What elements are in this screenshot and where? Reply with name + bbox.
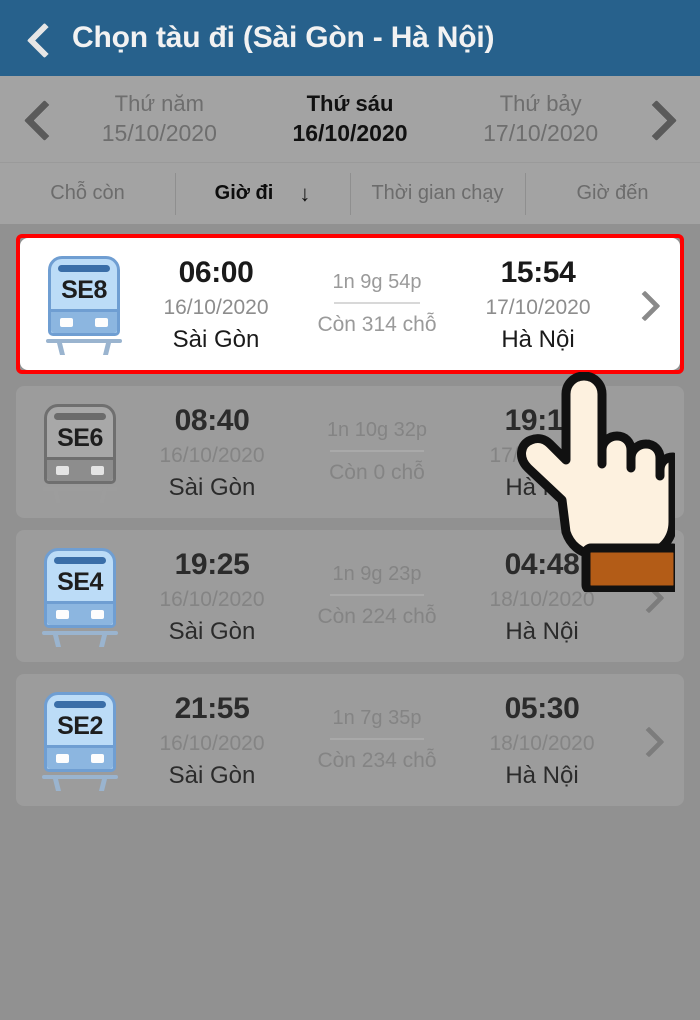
trip-summary: 1n 7g 35p Còn 234 chỗ bbox=[298, 704, 456, 775]
trip-summary: 1n 9g 23p Còn 224 chỗ bbox=[298, 560, 456, 631]
departure-station: Sài Gòn bbox=[168, 761, 256, 789]
arrival-time: 04:48 bbox=[504, 548, 580, 582]
arrival-info: 19:12 17/10/2020 Hà Nội bbox=[456, 400, 628, 503]
prev-day-button[interactable] bbox=[16, 89, 64, 149]
filter-tab-departure-time[interactable]: Giờ đi ↓ bbox=[175, 172, 350, 215]
train-code: SE4 bbox=[57, 568, 103, 596]
filter-tab-bar: Chỗ còn Giờ đi ↓ Thời gian chạy Giờ đến bbox=[0, 162, 700, 224]
trip-duration: 1n 10g 32p bbox=[326, 419, 428, 442]
divider bbox=[330, 738, 424, 741]
page-title: Chọn tàu đi (Sài Gòn - Hà Nội) bbox=[72, 21, 495, 54]
arrival-date: 17/10/2020 bbox=[485, 295, 591, 319]
seats-available: Còn 314 chỗ bbox=[317, 313, 437, 337]
arrival-info: 04:48 18/10/2020 Hà Nội bbox=[456, 544, 628, 647]
divider bbox=[330, 450, 424, 453]
date-weekday: Thứ năm bbox=[114, 91, 204, 117]
seats-available: Còn 0 chỗ bbox=[329, 461, 425, 485]
date-item-previous[interactable]: Thứ năm 15/10/2020 bbox=[64, 89, 255, 148]
train-row-wrapper: SE6 08:40 16/10/2020 Sài Gòn 1n 10g 32p … bbox=[16, 386, 684, 518]
departure-time: 08:40 bbox=[174, 404, 250, 438]
arrival-date: 17/10/2020 bbox=[489, 443, 595, 467]
train-row[interactable]: SE6 08:40 16/10/2020 Sài Gòn 1n 10g 32p … bbox=[16, 386, 684, 518]
train-row[interactable]: SE8 06:00 16/10/2020 Sài Gòn 1n 9g 54p C… bbox=[20, 238, 680, 370]
date-navigation: Thứ năm 15/10/2020 Thứ sáu 16/10/2020 Th… bbox=[0, 76, 700, 162]
filter-tab-travel-duration[interactable]: Thời gian chạy bbox=[350, 172, 525, 215]
arrival-station: Hà Nội bbox=[501, 325, 575, 353]
arrival-info: 05:30 18/10/2020 Hà Nội bbox=[456, 688, 628, 791]
departure-info: 19:25 16/10/2020 Sài Gòn bbox=[126, 544, 298, 647]
departure-time: 06:00 bbox=[178, 256, 254, 290]
filter-tab-seats-available[interactable]: Chỗ còn bbox=[0, 173, 175, 215]
divider bbox=[334, 302, 420, 305]
train-row-wrapper: SE4 19:25 16/10/2020 Sài Gòn 1n 9g 23p C… bbox=[16, 530, 684, 662]
trip-summary: 1n 9g 54p Còn 314 chỗ bbox=[302, 268, 452, 339]
chevron-right-icon[interactable] bbox=[628, 430, 672, 474]
back-button[interactable] bbox=[22, 21, 56, 55]
date-weekday: Thứ bảy bbox=[499, 91, 582, 117]
train-code: SE2 bbox=[57, 712, 103, 740]
divider bbox=[330, 594, 424, 597]
departure-date: 16/10/2020 bbox=[159, 443, 265, 467]
next-day-button[interactable] bbox=[636, 89, 684, 149]
arrival-station: Hà Nội bbox=[505, 473, 579, 501]
departure-info: 08:40 16/10/2020 Sài Gòn bbox=[126, 400, 298, 503]
train-row-wrapper: SE2 21:55 16/10/2020 Sài Gòn 1n 7g 35p C… bbox=[16, 674, 684, 806]
departure-date: 16/10/2020 bbox=[163, 295, 269, 319]
filter-label: Thời gian chạy bbox=[371, 182, 504, 204]
arrival-date: 18/10/2020 bbox=[489, 587, 595, 611]
date-weekday: Thứ sáu bbox=[306, 91, 394, 117]
trip-summary: 1n 10g 32p Còn 0 chỗ bbox=[298, 416, 456, 487]
train-icon: SE2 bbox=[34, 688, 126, 792]
train-selection-screen: Chọn tàu đi (Sài Gòn - Hà Nội) Thứ năm 1… bbox=[0, 0, 700, 1020]
departure-date: 16/10/2020 bbox=[159, 587, 265, 611]
train-row[interactable]: SE2 21:55 16/10/2020 Sài Gòn 1n 7g 35p C… bbox=[16, 674, 684, 806]
chevron-right-icon[interactable] bbox=[628, 574, 672, 618]
date-value: 17/10/2020 bbox=[483, 120, 599, 147]
seats-available: Còn 234 chỗ bbox=[317, 749, 437, 773]
trip-duration: 1n 9g 23p bbox=[332, 563, 422, 586]
chevron-right-icon[interactable] bbox=[624, 282, 668, 326]
departure-station: Sài Gòn bbox=[168, 473, 256, 501]
departure-info: 06:00 16/10/2020 Sài Gòn bbox=[130, 252, 302, 355]
departure-time: 21:55 bbox=[174, 692, 250, 726]
date-item-next[interactable]: Thứ bảy 17/10/2020 bbox=[445, 89, 636, 148]
app-header: Chọn tàu đi (Sài Gòn - Hà Nội) bbox=[0, 0, 700, 76]
train-icon: SE8 bbox=[38, 252, 130, 356]
date-item-selected[interactable]: Thứ sáu 16/10/2020 bbox=[255, 89, 446, 148]
trip-duration: 1n 7g 35p bbox=[332, 707, 422, 730]
arrival-time: 15:54 bbox=[500, 256, 576, 290]
seats-available: Còn 224 chỗ bbox=[317, 605, 437, 629]
filter-label: Giờ đến bbox=[576, 182, 649, 204]
arrival-date: 18/10/2020 bbox=[489, 731, 595, 755]
filter-label: Chỗ còn bbox=[50, 182, 125, 204]
train-code: SE6 bbox=[57, 424, 103, 452]
filter-tab-arrival-time[interactable]: Giờ đến bbox=[525, 172, 700, 215]
filter-label: Giờ đi bbox=[214, 182, 274, 204]
departure-station: Sài Gòn bbox=[168, 617, 256, 645]
arrival-time: 19:12 bbox=[504, 404, 580, 438]
departure-date: 16/10/2020 bbox=[159, 731, 265, 755]
chevron-right-icon[interactable] bbox=[628, 718, 672, 762]
highlight-annotation-box: SE8 06:00 16/10/2020 Sài Gòn 1n 9g 54p C… bbox=[16, 234, 684, 374]
departure-station: Sài Gòn bbox=[172, 325, 260, 353]
trip-duration: 1n 9g 54p bbox=[332, 271, 422, 294]
arrival-info: 15:54 17/10/2020 Hà Nội bbox=[452, 252, 624, 355]
train-code: SE8 bbox=[61, 276, 107, 304]
departure-time: 19:25 bbox=[174, 548, 250, 582]
sort-descending-icon: ↓ bbox=[299, 180, 311, 206]
departure-info: 21:55 16/10/2020 Sài Gòn bbox=[126, 688, 298, 791]
train-icon: SE6 bbox=[34, 400, 126, 504]
train-list: SE8 06:00 16/10/2020 Sài Gòn 1n 9g 54p C… bbox=[0, 224, 700, 806]
train-icon: SE4 bbox=[34, 544, 126, 648]
arrival-time: 05:30 bbox=[504, 692, 580, 726]
date-value: 15/10/2020 bbox=[101, 120, 217, 147]
date-value: 16/10/2020 bbox=[292, 120, 408, 147]
train-row[interactable]: SE4 19:25 16/10/2020 Sài Gòn 1n 9g 23p C… bbox=[16, 530, 684, 662]
arrival-station: Hà Nội bbox=[505, 617, 579, 645]
arrival-station: Hà Nội bbox=[505, 761, 579, 789]
